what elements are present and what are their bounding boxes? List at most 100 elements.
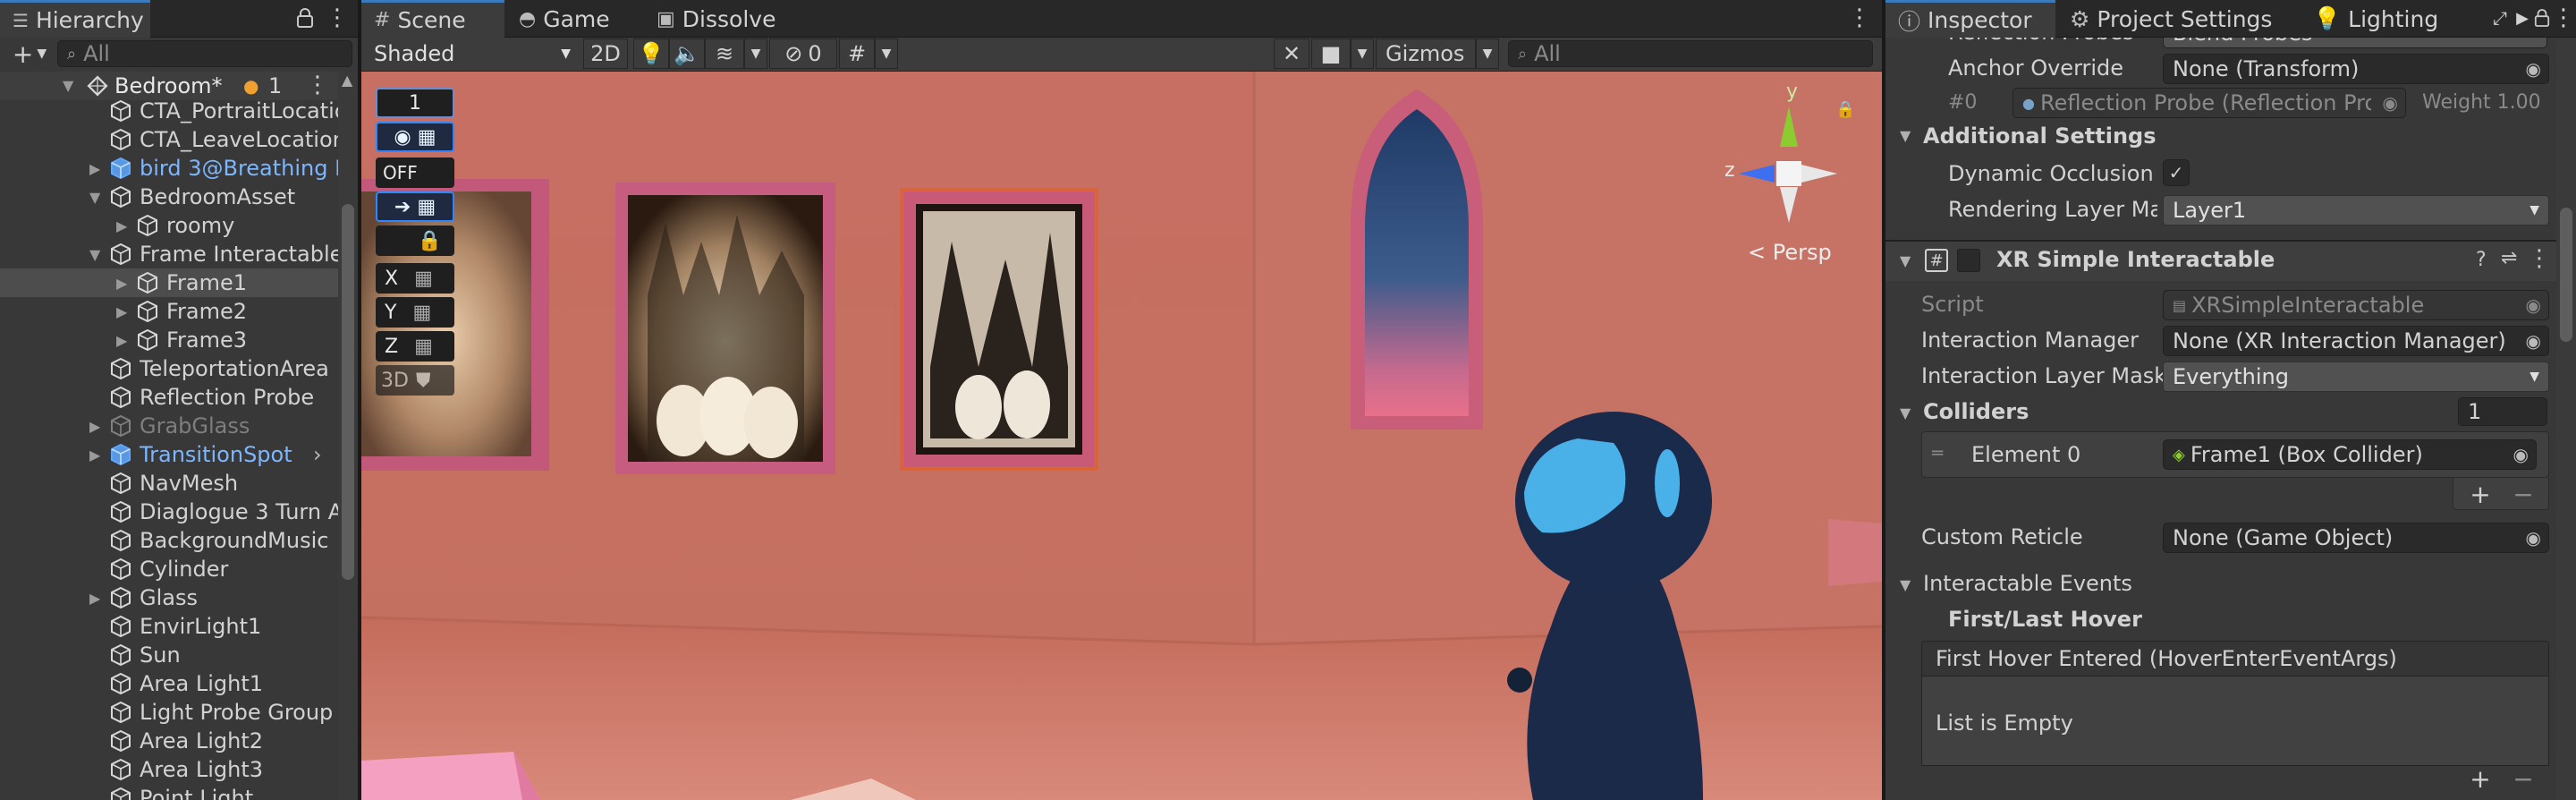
lighting-toggle-icon[interactable]: 💡 [633,38,669,69]
tab-game[interactable]: ◓ Game [506,0,640,38]
expand-arrow-icon[interactable]: ▶ [116,303,127,320]
hierarchy-item[interactable]: ▶ Frame2 [0,297,358,326]
view-3d-button[interactable]: 3D ⛊ [376,365,454,396]
x-snap-button[interactable]: X ▦ [376,263,454,294]
expand-arrow-icon[interactable]: ▶ [89,447,100,464]
custom-reticle-picker-icon[interactable]: ◉ [2526,527,2541,549]
hierarchy-item[interactable]: ▶ roomy [0,211,358,240]
hierarchy-item[interactable]: Point Light [0,784,358,800]
component-foldout-icon[interactable]: ▼ [1900,252,1911,269]
scrollbar-thumb[interactable] [342,204,354,580]
expand-arrow-icon[interactable]: ▼ [63,77,73,94]
gizmos-dropdown[interactable]: Gizmos [1376,38,1476,69]
grid-dropdown-icon[interactable]: ▼ [875,38,898,69]
custom-reticle-field[interactable]: None (Game Object) ◉ [2163,523,2549,553]
hierarchy-item[interactable]: ▼ Frame Interactable [0,240,358,268]
additional-settings-header[interactable]: Additional Settings [1923,123,2157,149]
hierarchy-item[interactable]: Area Light2 [0,727,358,755]
component-enabled-checkbox[interactable] [1957,249,1980,272]
tools-icon[interactable]: ✕ [1274,38,1309,69]
open-prefab-icon[interactable]: › [313,442,322,467]
add-collider-button[interactable]: + [2465,480,2496,509]
overlay-off-toggle[interactable]: OFF [376,157,454,188]
component-menu-icon[interactable]: ⋮ [2528,245,2551,272]
collapse-arrow-icon[interactable]: ▼ [89,189,100,206]
colliders-count-field[interactable]: 1 [2458,397,2547,426]
add-event-button[interactable]: + [2465,764,2496,794]
inspector-scrollbar[interactable] [2556,38,2576,800]
tab-project-settings[interactable]: ⚙ Project Settings [2057,0,2299,38]
tab-lighting[interactable]: 💡 Lighting [2301,0,2470,38]
visibility-overlay-icon[interactable]: ◉ ▦ [376,122,454,152]
move-snap-icon[interactable]: ➔ ▦ [376,191,454,222]
lock-icon[interactable] [291,4,319,32]
expand-arrow-icon[interactable]: ▶ [89,590,100,607]
expand-arrow-icon[interactable]: ▶ [89,418,100,435]
object-picker-icon[interactable]: ◉ [2526,58,2541,80]
scroll-up-icon[interactable]: ▲ [342,72,352,89]
lock-overlay-icon[interactable]: 🔒 [376,226,454,256]
element0-field[interactable]: ◈ Frame1 (Box Collider) ◉ [2163,439,2537,470]
remove-event-button[interactable]: − [2508,764,2538,794]
dynamic-occlusion-checkbox[interactable]: ✓ [2163,159,2190,186]
tab-overflow-icon[interactable]: ▶ [2512,4,2533,32]
expand-arrow-icon[interactable]: ▶ [89,160,100,177]
hierarchy-item[interactable]: Reflection Probe [0,383,358,412]
element0-picker-icon[interactable]: ◉ [2513,444,2529,465]
scene-more-menu-icon[interactable]: ⋮ [1846,4,1873,32]
hierarchy-item[interactable]: ▼ BedroomAsset [0,183,358,211]
gizmos-arrow-icon[interactable]: ▼ [1476,38,1499,69]
colliders-header[interactable]: Colliders [1923,399,2029,424]
reflection-probes-dropdown[interactable]: Blend Probes [2163,38,2547,48]
tab-dissolve[interactable]: ▣ Dissolve [644,0,796,38]
help-icon[interactable]: ? [2476,249,2487,271]
hierarchy-item[interactable]: BackgroundMusic [0,526,358,555]
hierarchy-item[interactable]: ▶ Frame1 [0,268,358,297]
camera-icon[interactable]: ■ [1311,38,1351,69]
interaction-manager-picker-icon[interactable]: ◉ [2526,330,2541,352]
drag-handle-icon[interactable]: ═ [1932,442,1943,464]
z-snap-button[interactable]: Z ▦ [376,331,454,362]
hierarchy-item[interactable]: Area Light3 [0,755,358,784]
shading-mode-dropdown[interactable]: Shaded ▼ [365,40,580,67]
gizmo-lock-icon[interactable]: 🔒 [1835,100,1855,119]
hierarchy-item[interactable]: ▶ GrabGlass [0,412,358,440]
anchor-override-field[interactable]: None (Transform) ◉ [2163,54,2549,84]
more-menu-icon[interactable]: ⋮ [324,4,351,32]
hierarchy-item[interactable]: CTA_PortraitLocation [0,97,358,125]
tab-inspector[interactable]: ⓘ Inspector [1885,0,2055,38]
maximize-icon[interactable]: ⤢ [2487,4,2513,32]
hierarchy-item[interactable]: Area Light1 [0,669,358,698]
overlay-counter[interactable]: 1 [376,88,454,118]
scene-viewport[interactable]: 1 ◉ ▦ OFF ➔ ▦ 🔒 X ▦ Y ▦ Z ▦ 3D ⛊ y z 🔒 < Per… [361,72,1882,800]
grid-toggle-icon[interactable]: # [839,38,875,69]
probe-field[interactable]: ● Reflection Probe (Reflection Probe) ◉ [2012,88,2406,118]
tab-scene[interactable]: # Scene [361,0,504,38]
interaction-layer-dropdown[interactable]: Everything ▼ [2163,362,2549,392]
hierarchy-item[interactable]: NavMesh [0,469,358,498]
orientation-gizmo[interactable]: y z 🔒 [1703,81,1855,263]
hierarchy-item[interactable]: ▶ TransitionSpot › [0,440,358,469]
presets-icon[interactable]: ⇌ [2501,247,2517,269]
hierarchy-scrollbar[interactable]: ▲ [338,72,358,800]
effects-dropdown-icon[interactable]: ▼ [744,38,767,69]
camera-dropdown-icon[interactable]: ▼ [1351,38,1374,69]
hierarchy-item[interactable]: ▶ bird 3@Breathing Idle [0,154,358,183]
hierarchy-item[interactable]: Cylinder [0,555,358,583]
hierarchy-item[interactable]: Diaglogue 3 Turn A [0,498,358,526]
expand-arrow-icon[interactable]: ▶ [116,217,127,234]
interaction-manager-field[interactable]: None (XR Interaction Manager) ◉ [2163,326,2549,356]
events-foldout-icon[interactable]: ▼ [1900,576,1911,593]
scene-more-icon[interactable]: ⋮ [306,72,329,98]
hierarchy-item[interactable]: TeleportationArea [0,354,358,383]
hidden-objects-button[interactable]: ⊘ 0 [769,38,837,69]
probe-picker-icon[interactable]: ◉ [2383,92,2398,114]
hierarchy-item[interactable]: Light Probe Group [0,698,358,727]
interactable-events-header[interactable]: Interactable Events [1923,571,2132,596]
inspector-lock-icon[interactable] [2531,4,2553,32]
hierarchy-item[interactable]: ▶ Frame3 [0,326,358,354]
foldout-arrow-icon[interactable]: ▼ [1900,127,1911,144]
mode-2d-button[interactable]: 2D [583,38,628,69]
expand-arrow-icon[interactable]: ▶ [116,275,127,292]
inspector-more-icon[interactable]: ⋮ [2552,4,2575,32]
